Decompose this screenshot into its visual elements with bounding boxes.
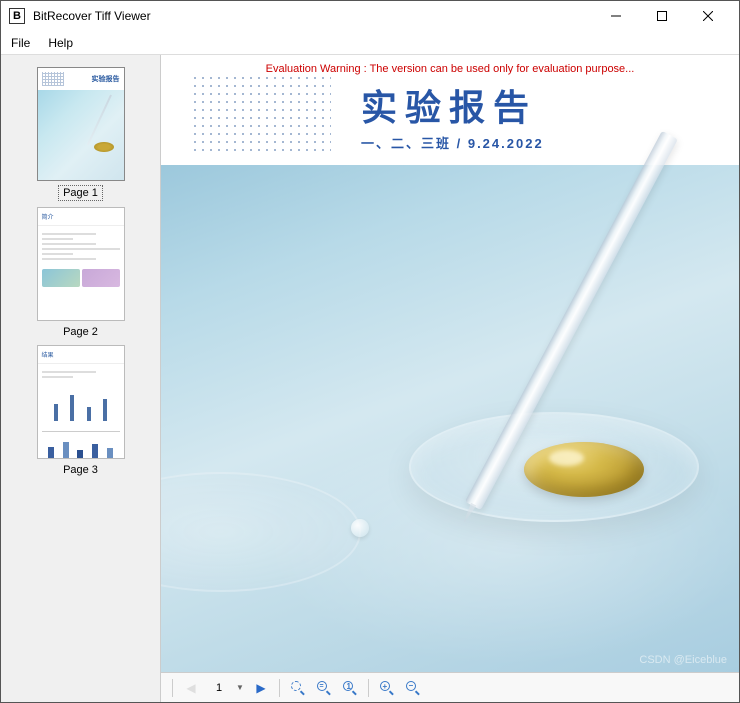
zoom-in-button[interactable]: +: [376, 677, 398, 699]
app-icon: B: [9, 8, 25, 24]
thumbnail-page-2[interactable]: 简介 Page 2: [37, 207, 125, 339]
evaluation-warning: Evaluation Warning : The version can be …: [161, 55, 739, 79]
titlebar: B BitRecover Tiff Viewer: [1, 1, 739, 31]
content-area: 实验报告 Page 1 简介: [1, 55, 739, 702]
thumbnail-label: Page 2: [59, 325, 102, 339]
viewer-toolbar: ◀ ▼ ▶ = 1 +: [161, 672, 739, 702]
minimize-button[interactable]: [593, 1, 639, 31]
triangle-right-icon: ▶: [256, 681, 265, 695]
menu-help[interactable]: Help: [48, 36, 73, 50]
document-hero-image: CSDN @Eiceblue: [161, 165, 739, 672]
thumbnail-label: Page 1: [58, 185, 103, 201]
thumbnail-page-1[interactable]: 实验报告 Page 1: [37, 67, 125, 201]
window-title: BitRecover Tiff Viewer: [33, 9, 593, 23]
next-page-button[interactable]: ▶: [250, 677, 272, 699]
menubar: File Help: [1, 31, 739, 55]
magnifier-minus-icon: −: [406, 681, 420, 695]
page-number-input[interactable]: [206, 679, 232, 697]
thumbnail-page-3[interactable]: 结果: [37, 345, 125, 477]
maximize-button[interactable]: [639, 1, 685, 31]
magnifier-one-icon: 1: [343, 681, 357, 695]
magnifier-plus-icon: +: [380, 681, 394, 695]
zoom-out-button[interactable]: −: [402, 677, 424, 699]
fit-width-button[interactable]: [287, 677, 309, 699]
magnifier-fit-icon: [291, 681, 305, 695]
watermark: CSDN @Eiceblue: [639, 654, 727, 666]
main-viewer: Evaluation Warning : The version can be …: [161, 55, 739, 702]
thumbnail-sidebar: 实验报告 Page 1 简介: [1, 55, 161, 702]
thumbnail-label: Page 3: [59, 463, 102, 477]
menu-file[interactable]: File: [11, 36, 30, 50]
fit-page-button[interactable]: 1: [339, 677, 361, 699]
close-button[interactable]: [685, 1, 731, 31]
dot-pattern-graphic: [191, 74, 331, 156]
window-controls: [593, 1, 731, 31]
document-title: 实验报告: [361, 79, 709, 131]
triangle-left-icon: ◀: [186, 681, 195, 695]
prev-page-button[interactable]: ◀: [180, 677, 202, 699]
app-window: B BitRecover Tiff Viewer File Help: [0, 0, 740, 703]
document-canvas[interactable]: Evaluation Warning : The version can be …: [161, 55, 739, 672]
page-dropdown-icon[interactable]: ▼: [236, 683, 246, 692]
actual-size-button[interactable]: =: [313, 677, 335, 699]
magnifier-equals-icon: =: [317, 681, 331, 695]
